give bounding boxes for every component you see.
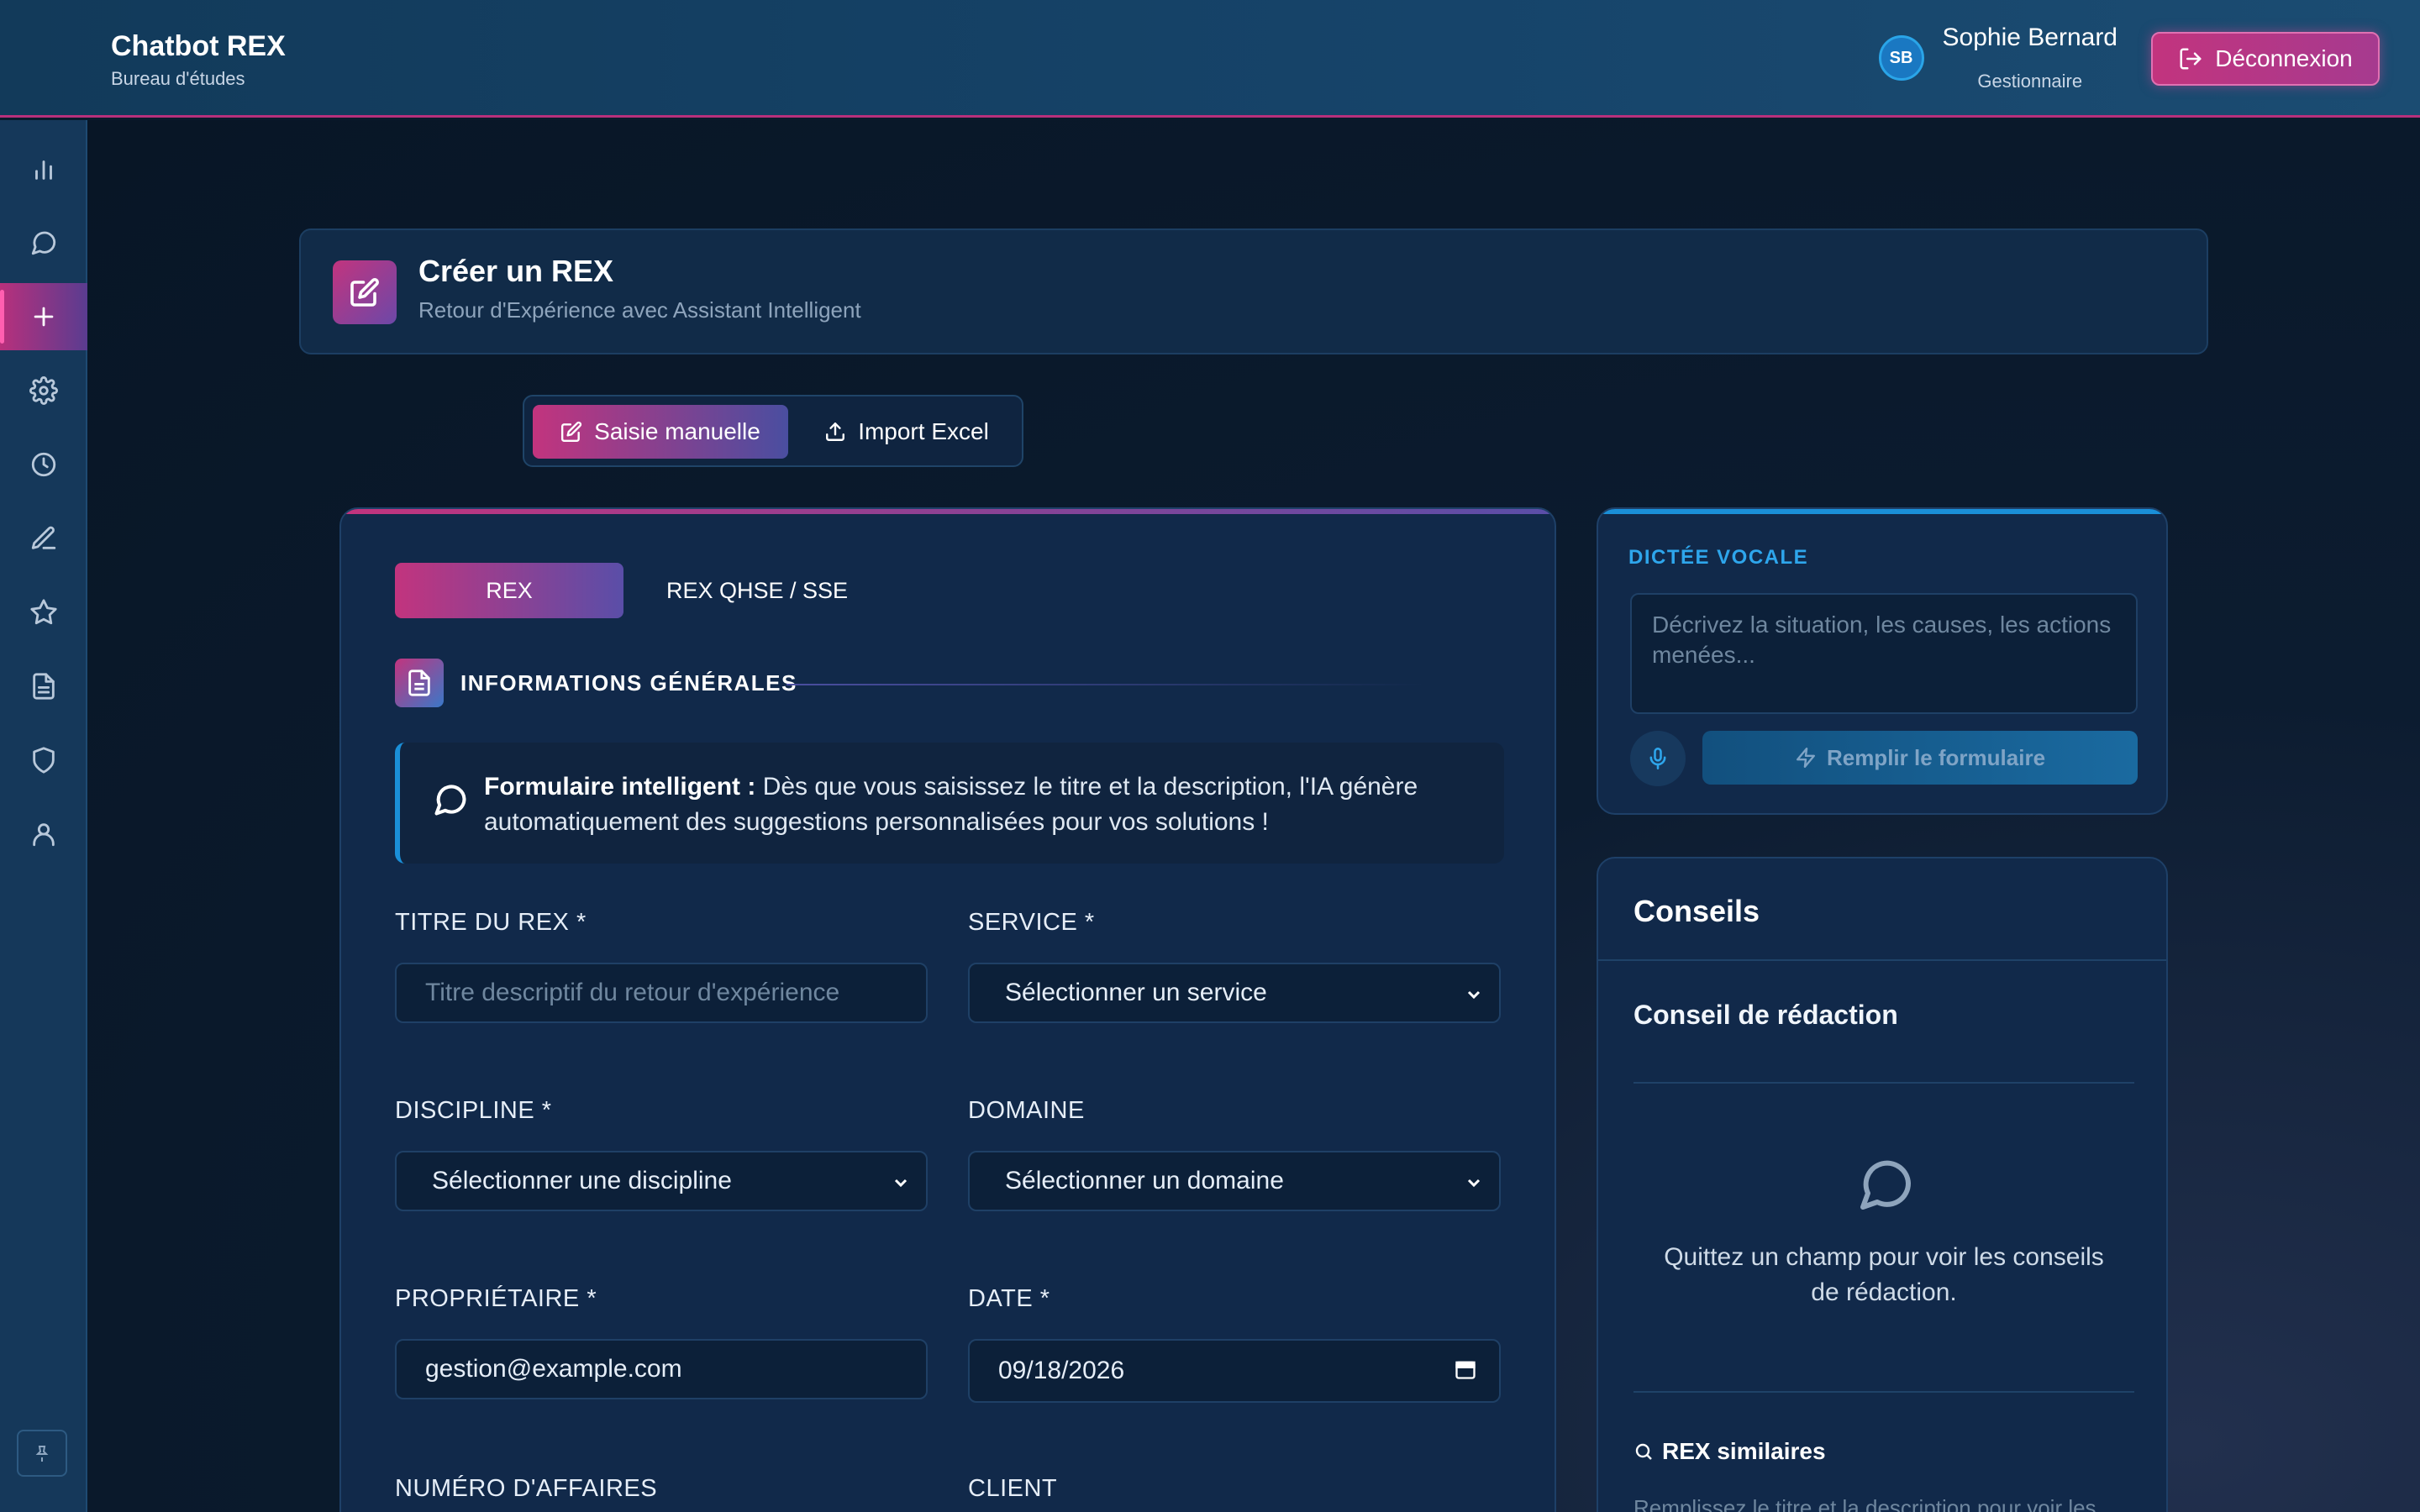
- import-excel-label: Import Excel: [858, 418, 989, 444]
- user-icon: [33, 823, 55, 847]
- section-title: INFORMATIONS GÉNÉRALES: [460, 669, 797, 696]
- sidebar-item-history[interactable]: [0, 431, 87, 498]
- page-subtitle: Retour d'Expérience avec Assistant Intel…: [418, 297, 861, 323]
- top-bar: Chatbot REX Bureau d'études SB Sophie Be…: [0, 0, 2420, 118]
- date-input[interactable]: 09/18/2026: [968, 1339, 1501, 1403]
- chat-icon: [1855, 1154, 1916, 1215]
- tips-card: Conseils Conseil de rédaction Quittez un…: [1597, 857, 2168, 1512]
- lightning-icon: [1797, 747, 1815, 769]
- proprietaire-label: PROPRIÉTAIRE *: [395, 1285, 597, 1312]
- rex-form-card: REX REX QHSE / SSE INFORMATIONS GÉNÉRALE…: [339, 507, 1556, 1512]
- service-select[interactable]: Sélectionner un service: [968, 963, 1501, 1023]
- chevron-down-icon: [891, 1171, 911, 1191]
- clock-icon: [31, 452, 56, 477]
- similar-rex-heading: REX similaires: [1634, 1438, 1826, 1465]
- gear-icon: [29, 376, 58, 405]
- edit-icon: [333, 260, 397, 324]
- entry-mode-toggle: Saisie manuelle Import Excel: [523, 395, 1023, 467]
- sidebar-item-profile[interactable]: [0, 801, 87, 868]
- discipline-select-value: Sélectionner une discipline: [432, 1167, 732, 1194]
- divider: [1634, 1082, 2134, 1084]
- titre-label: TITRE DU REX *: [395, 909, 587, 936]
- domaine-select-value: Sélectionner un domaine: [1005, 1167, 1284, 1194]
- tips-title: Conseils: [1634, 894, 1760, 928]
- domaine-label: DOMAINE: [968, 1097, 1085, 1124]
- similar-rex-description: Remplissez le titre et la description po…: [1634, 1495, 2096, 1512]
- numero-affaires-label: NUMÉRO D'AFFAIRES: [395, 1475, 658, 1502]
- logout-button[interactable]: Déconnexion: [2151, 32, 2380, 86]
- logout-icon: [2180, 48, 2202, 70]
- page-title: Créer un REX: [418, 254, 614, 288]
- proprietaire-input[interactable]: gestion@example.com: [395, 1339, 928, 1399]
- voice-dictation-card: DICTÉE VOCALE Décrivez la situation, les…: [1597, 507, 2168, 815]
- chat-icon: [434, 785, 466, 816]
- search-icon: [1635, 1443, 1652, 1460]
- microphone-icon: [1649, 748, 1666, 769]
- service-label: SERVICE *: [968, 909, 1095, 936]
- date-value: 09/18/2026: [998, 1357, 1125, 1384]
- divider: [1598, 959, 2166, 961]
- service-select-value: Sélectionner un service: [1005, 979, 1267, 1006]
- discipline-select[interactable]: Sélectionner une discipline: [395, 1151, 928, 1211]
- page-header-card: Créer un REX Retour d'Expérience avec As…: [299, 228, 2208, 354]
- section-general-info: INFORMATIONS GÉNÉRALES: [395, 659, 797, 707]
- import-excel-button[interactable]: Import Excel: [802, 405, 1012, 459]
- upload-icon: [826, 423, 845, 441]
- tab-rex-qhse[interactable]: REX QHSE / SSE: [652, 563, 862, 618]
- writing-tips-title: Conseil de rédaction: [1634, 1000, 1898, 1030]
- sidebar-item-documents[interactable]: [0, 653, 87, 720]
- discipline-label: DISCIPLINE *: [395, 1097, 552, 1124]
- chart-icon: [35, 160, 52, 180]
- user-name: Sophie Bernard: [1942, 24, 2118, 51]
- app-subtitle: Bureau d'études: [111, 68, 245, 89]
- avatar: SB: [1878, 35, 1924, 81]
- client-label: CLIENT: [968, 1475, 1058, 1502]
- logout-label: Déconnexion: [2215, 45, 2353, 71]
- chat-icon: [31, 231, 56, 255]
- chevron-down-icon: [1464, 983, 1484, 1003]
- microphone-button[interactable]: [1630, 731, 1686, 786]
- similar-rex-title: REX similaires: [1662, 1438, 1826, 1464]
- tips-empty-text: Quittez un champ pour voir les conseils …: [1664, 1243, 2104, 1306]
- sidebar: [0, 120, 87, 1512]
- sidebar-item-edit[interactable]: [0, 505, 87, 572]
- star-icon: [30, 599, 57, 625]
- smart-form-bold: Formulaire intelligent :: [484, 773, 756, 801]
- fill-form-button[interactable]: Remplir le formulaire: [1702, 731, 2138, 785]
- pin-sidebar-button[interactable]: [17, 1430, 67, 1477]
- divider: [1634, 1391, 2134, 1393]
- sidebar-item-favorites[interactable]: [0, 579, 87, 646]
- shield-icon: [33, 747, 55, 774]
- pin-icon: [35, 1446, 49, 1462]
- user-info: Sophie Bernard Gestionnaire: [1943, 24, 2118, 92]
- voice-textarea[interactable]: Décrivez la situation, les causes, les a…: [1630, 593, 2138, 714]
- section-divider: [786, 684, 1425, 685]
- document-icon: [33, 673, 55, 700]
- titre-input[interactable]: Titre descriptif du retour d'expérience: [395, 963, 928, 1023]
- sidebar-item-dashboard[interactable]: [0, 135, 87, 202]
- domaine-select[interactable]: Sélectionner un domaine: [968, 1151, 1501, 1211]
- document-icon: [395, 659, 444, 707]
- brand: Chatbot REX Bureau d'études: [111, 30, 286, 90]
- date-label: DATE *: [968, 1285, 1050, 1312]
- manual-entry-button[interactable]: Saisie manuelle: [533, 405, 788, 459]
- pencil-icon: [31, 526, 56, 549]
- sidebar-item-chat[interactable]: [0, 209, 87, 276]
- app-title: Chatbot REX: [111, 30, 286, 62]
- user-profile[interactable]: SB Sophie Bernard Gestionnaire: [1878, 24, 2118, 92]
- smart-form-info: Formulaire intelligent : Dès que vous sa…: [395, 743, 1504, 864]
- voice-title: DICTÉE VOCALE: [1628, 546, 1809, 569]
- calendar-icon[interactable]: [1454, 1357, 1477, 1381]
- manual-entry-label: Saisie manuelle: [594, 418, 760, 444]
- plus-icon: [34, 307, 54, 327]
- fill-form-label: Remplir le formulaire: [1826, 744, 2046, 770]
- sidebar-item-create[interactable]: [0, 283, 87, 350]
- user-role: Gestionnaire: [1977, 71, 2083, 92]
- edit-icon: [561, 421, 582, 443]
- sidebar-item-settings[interactable]: [0, 357, 87, 424]
- smart-form-text: Formulaire intelligent : Dès que vous sa…: [484, 769, 1476, 840]
- tab-rex[interactable]: REX: [395, 563, 623, 618]
- sidebar-item-security[interactable]: [0, 727, 87, 794]
- chevron-down-icon: [1464, 1171, 1484, 1191]
